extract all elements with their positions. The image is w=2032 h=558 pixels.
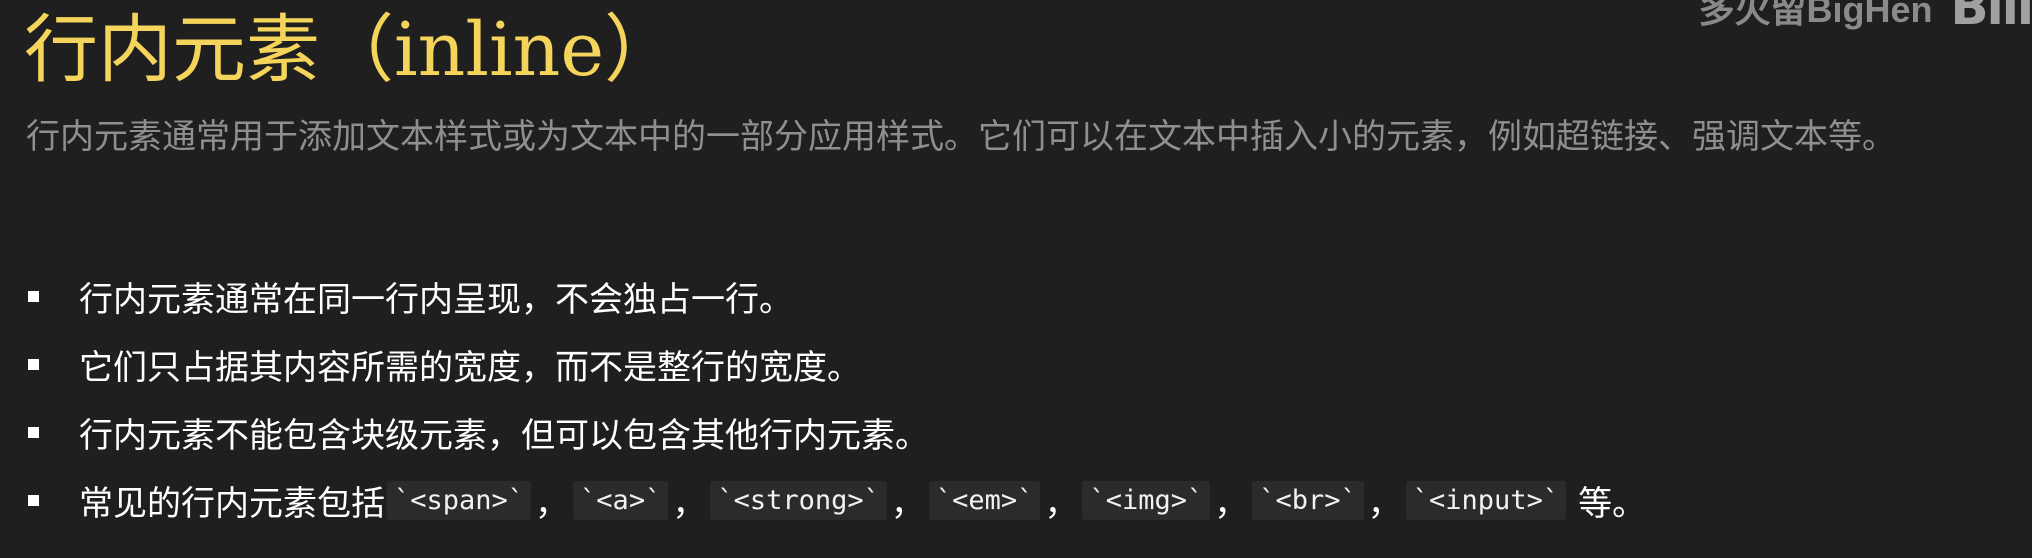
watermark: 多火留BigHen Bili [1698, 0, 2032, 36]
separator: ， [535, 483, 570, 524]
examples-trail: 等。 [1578, 483, 1647, 524]
separator: ， [890, 483, 925, 524]
list-item-text: 行内元素通常在同一行内呈现，不会独占一行。 [79, 279, 793, 320]
square-bullet-icon [28, 494, 39, 506]
separator: ， [1367, 483, 1402, 524]
list-item: 行内元素通常在同一行内呈现，不会独占一行。 [26, 262, 1646, 330]
title-cjk: 行内元素 [24, 7, 320, 93]
list-item-text: 行内元素不能包含块级元素，但可以包含其他行内元素。 [79, 415, 929, 456]
inline-code-input: `<input>` [1405, 480, 1567, 520]
separator: ， [672, 483, 707, 524]
inline-code-span: `<span>` [387, 480, 532, 520]
bullet-list: 行内元素通常在同一行内呈现，不会独占一行。 它们只占据其内容所需的宽度，而不是整… [26, 262, 1646, 534]
inline-code-strong: `<strong>` [710, 480, 887, 520]
title-latin: （inline） [320, 7, 679, 93]
watermark-author: 多火留BigHen [1698, 0, 1933, 30]
square-bullet-icon [28, 426, 39, 438]
inline-code-img: `<img>` [1082, 480, 1211, 520]
separator: ， [1044, 483, 1079, 524]
page-title: 行内元素（inline） [24, 4, 678, 96]
list-item-text: 它们只占据其内容所需的宽度，而不是整行的宽度。 [79, 347, 861, 388]
inline-code-a: `<a>` [573, 480, 669, 520]
intro-paragraph: 行内元素通常用于添加文本样式或为文本中的一部分应用样式。它们可以在文本中插入小的… [26, 117, 1896, 157]
examples-lead: 常见的行内元素包括 [79, 483, 385, 524]
square-bullet-icon [28, 290, 39, 302]
list-item: 它们只占据其内容所需的宽度，而不是整行的宽度。 [26, 330, 1646, 398]
inline-code-br: `<br>` [1252, 480, 1364, 520]
list-item: 常见的行内元素包括 `<span>` ， `<a>` ， `<strong>` … [26, 466, 1646, 534]
square-bullet-icon [28, 358, 39, 370]
list-item: 行内元素不能包含块级元素，但可以包含其他行内元素。 [26, 398, 1646, 466]
separator: ， [1214, 483, 1249, 524]
inline-code-em: `<em>` [928, 480, 1041, 520]
bilibili-logo-icon: Bili [1950, 0, 2032, 36]
